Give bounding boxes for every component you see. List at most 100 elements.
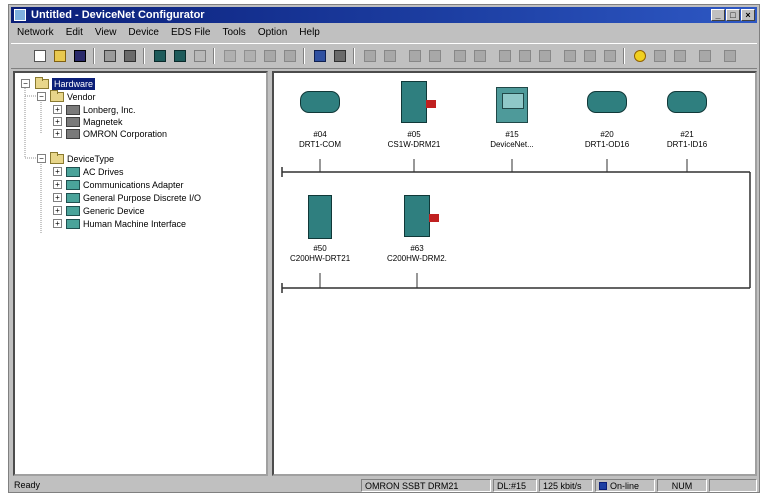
toolbar: [11, 43, 757, 69]
tool-13-button[interactable]: [651, 47, 669, 65]
node-address: #63: [410, 244, 424, 253]
toolbar-separator: [93, 48, 95, 64]
table-button[interactable]: [331, 47, 349, 65]
menu-option[interactable]: Option: [252, 25, 293, 41]
folder-icon: [35, 77, 49, 89]
connector-plug-icon: [426, 100, 436, 108]
menu-tools[interactable]: Tools: [216, 25, 251, 41]
tool-3-button[interactable]: [406, 47, 424, 65]
network-view[interactable]: #04 DRT1-COM #05 CS1W-DRM21 #15 DeviceNe…: [272, 71, 757, 476]
open-button[interactable]: [51, 47, 69, 65]
tree-label-devicetype-item[interactable]: Communications Adapter: [83, 179, 184, 191]
menu-edit[interactable]: Edit: [60, 25, 89, 41]
device-type-icon: [66, 167, 80, 177]
expand-toggle[interactable]: +: [53, 105, 62, 114]
tool-6-button[interactable]: [471, 47, 489, 65]
upload-button[interactable]: [221, 47, 239, 65]
monitor-button[interactable]: [191, 47, 209, 65]
tool-7-button[interactable]: [496, 47, 514, 65]
print-button[interactable]: [101, 47, 119, 65]
save-button[interactable]: [71, 47, 89, 65]
connect-button[interactable]: [151, 47, 169, 65]
verify-button[interactable]: [281, 47, 299, 65]
tool-11-button[interactable]: [581, 47, 599, 65]
tree-label-vendor-item[interactable]: Lonberg, Inc.: [83, 104, 136, 116]
node-name: DRT1-ID16: [666, 140, 708, 149]
compare-button[interactable]: [261, 47, 279, 65]
network-node-63[interactable]: #63 C200HW-DRM2...: [387, 195, 447, 264]
folder-icon: [50, 90, 64, 102]
disconnect-button[interactable]: [171, 47, 189, 65]
new-button[interactable]: [31, 47, 49, 65]
node-name: DRT1-COM: [298, 140, 342, 149]
terminal-icon: [496, 87, 528, 123]
node-address: #21: [680, 130, 694, 139]
toolbar-separator: [623, 48, 625, 64]
network-node-05[interactable]: #05 CS1W-DRM21: [384, 81, 444, 150]
menu-device[interactable]: Device: [122, 25, 165, 41]
tool-14-button[interactable]: [671, 47, 689, 65]
tree-label-hardware[interactable]: Hardware: [52, 78, 96, 90]
menu-help[interactable]: Help: [293, 25, 326, 41]
network-node-50[interactable]: #50 C200HW-DRT21: [290, 195, 350, 264]
network-node-04[interactable]: #04 DRT1-COM: [290, 81, 350, 150]
grid-button[interactable]: [121, 47, 139, 65]
download-button[interactable]: [241, 47, 259, 65]
maximize-button[interactable]: □: [726, 9, 740, 21]
tool-icon: [724, 50, 736, 62]
io-module-icon: [587, 91, 627, 113]
tool-4-button[interactable]: [426, 47, 444, 65]
network-node-15[interactable]: #15 DeviceNet...: [482, 81, 542, 150]
tree-label-devicetype[interactable]: DeviceType: [67, 153, 114, 165]
minimize-button[interactable]: _: [711, 9, 725, 21]
status-mode-label: On-line: [610, 481, 640, 491]
tool-16-button[interactable]: [721, 47, 739, 65]
expand-toggle[interactable]: +: [53, 193, 62, 202]
expand-toggle[interactable]: +: [53, 219, 62, 228]
device-type-icon: [66, 206, 80, 216]
tree-label-vendor-item[interactable]: OMRON Corporation: [83, 128, 167, 140]
tool-1-button[interactable]: [361, 47, 379, 65]
collapse-toggle[interactable]: −: [37, 154, 46, 163]
expand-toggle[interactable]: +: [53, 167, 62, 176]
tool-9-button[interactable]: [536, 47, 554, 65]
hardware-tree[interactable]: − Hardware − Vendor + Lonberg, Inc. + Ma…: [13, 71, 268, 476]
network-node-20[interactable]: #20 DRT1-OD16: [577, 81, 637, 150]
tool-icon: [384, 50, 396, 62]
tree-label-devicetype-item[interactable]: Generic Device: [83, 205, 145, 217]
tree-label-devicetype-item[interactable]: Human Machine Interface: [83, 218, 186, 230]
collapse-toggle[interactable]: −: [37, 92, 46, 101]
window-title: Untitled - DeviceNet Configurator: [31, 9, 205, 21]
tree-label-vendor-item[interactable]: Magnetek: [83, 116, 123, 128]
parameter-button[interactable]: [311, 47, 329, 65]
menu-view[interactable]: View: [89, 25, 123, 41]
tree-label-devicetype-item[interactable]: General Purpose Discrete I/O: [83, 192, 201, 204]
expand-toggle[interactable]: +: [53, 117, 62, 126]
tool-icon: [409, 50, 421, 62]
collapse-toggle[interactable]: −: [21, 79, 30, 88]
network-node-21[interactable]: #21 DRT1-ID16: [657, 81, 717, 150]
expand-toggle[interactable]: +: [53, 206, 62, 215]
menu-network[interactable]: Network: [11, 25, 60, 41]
node-name: DRT1-OD16: [584, 140, 630, 149]
table-icon: [334, 50, 346, 62]
status-num: NUM: [657, 479, 707, 492]
menu-eds-file[interactable]: EDS File: [165, 25, 216, 41]
tool-15-button[interactable]: [696, 47, 714, 65]
expand-toggle[interactable]: +: [53, 180, 62, 189]
tool-icon: [674, 50, 686, 62]
tool-8-button[interactable]: [516, 47, 534, 65]
tree-label-vendor[interactable]: Vendor: [67, 91, 96, 103]
light-button[interactable]: [631, 47, 649, 65]
device-type-icon: [66, 219, 80, 229]
expand-toggle[interactable]: +: [53, 129, 62, 138]
status-extra: [709, 479, 757, 492]
tool-2-button[interactable]: [381, 47, 399, 65]
tool-10-button[interactable]: [561, 47, 579, 65]
tool-5-button[interactable]: [451, 47, 469, 65]
tree-label-devicetype-item[interactable]: AC Drives: [83, 166, 124, 178]
close-button[interactable]: ×: [741, 9, 755, 21]
tool-12-button[interactable]: [601, 47, 619, 65]
tool-icon: [699, 50, 711, 62]
tool-icon: [364, 50, 376, 62]
